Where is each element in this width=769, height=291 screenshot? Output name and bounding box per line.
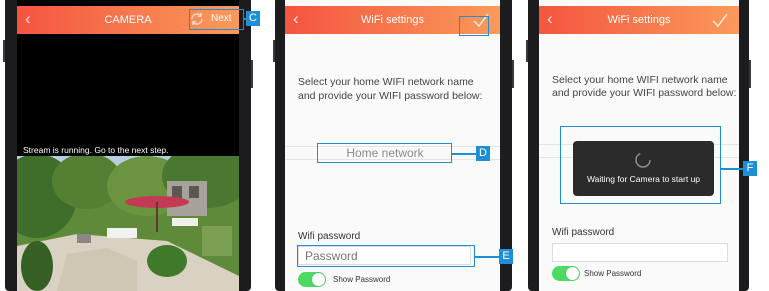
side-button [3, 40, 5, 62]
wifi-title-2: WiFi settings [607, 14, 671, 26]
show-password-toggle[interactable] [552, 266, 580, 281]
side-button [512, 60, 514, 88]
wifi-header-2: ‹ WiFi settings [539, 6, 739, 34]
wifi-password-label: Wifi password [552, 227, 615, 238]
password-input-highlight [297, 245, 475, 267]
next-button-highlight [189, 9, 244, 30]
callout-f-badge: F [743, 161, 757, 176]
password-input[interactable] [552, 243, 728, 262]
callout-d-leader [452, 153, 476, 155]
show-password-label: Show Password [333, 275, 391, 284]
instructions-line-2: and provide your WIFI password below: [298, 90, 483, 102]
instructions-line-1: Select your home WIFI network name [298, 76, 474, 88]
callout-d-badge: D [476, 146, 490, 161]
camera-screen: ‹ CAMERA Next Stream is running. Go to t… [17, 0, 239, 291]
stream-status-text: Stream is running. Go to the next step. [23, 145, 169, 155]
checkmark-highlight [459, 16, 489, 36]
callout-e-leader [475, 256, 499, 258]
callout-f-leader [721, 168, 743, 170]
waiting-overlay-highlight [560, 126, 721, 204]
garden-scene [17, 156, 239, 291]
callout-c-badge: C [246, 11, 260, 26]
instructions-line-2: and provide your WIFI password below: [552, 87, 737, 99]
instructions-line-1: Select your home WIFI network name [552, 74, 728, 86]
phone-frame-camera: ‹ CAMERA Next Stream is running. Go to t… [3, 0, 253, 291]
callout-e-badge: E [499, 249, 513, 264]
checkmark-icon[interactable] [711, 12, 729, 28]
side-button [526, 40, 528, 62]
show-password-toggle[interactable] [298, 272, 326, 287]
show-password-label: Show Password [584, 269, 642, 278]
side-button [273, 40, 275, 62]
network-select-highlight [317, 143, 452, 163]
side-button [749, 60, 751, 88]
camera-stream-image [17, 156, 239, 291]
wifi-password-label: Wifi password [298, 231, 361, 242]
side-button [251, 60, 253, 88]
